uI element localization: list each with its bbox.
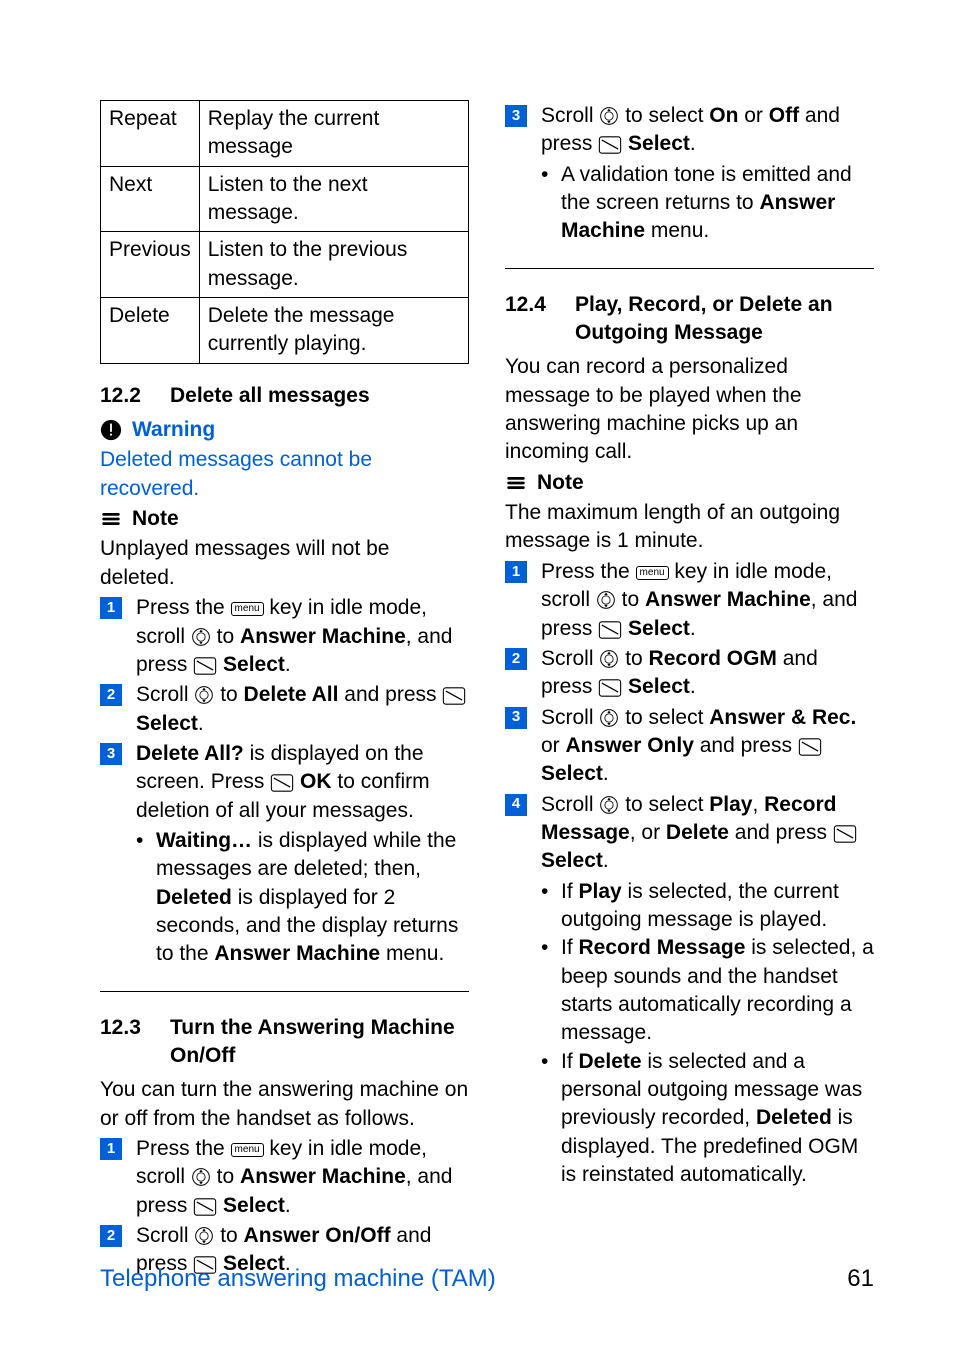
page-number: 61 bbox=[847, 1265, 874, 1293]
softkey-icon bbox=[598, 621, 622, 639]
step-number-icon: 4 bbox=[505, 794, 527, 816]
result-bullet: If Delete is selected and a personal out… bbox=[505, 1048, 874, 1190]
step-4: 4 Scroll to select Play, Record Message,… bbox=[505, 791, 874, 876]
step-number-icon: 3 bbox=[100, 743, 122, 765]
footer-section-title: Telephone answering machine (TAM) bbox=[100, 1265, 496, 1293]
scroll-icon bbox=[596, 590, 616, 610]
section-12-4-heading: 12.4 Play, Record, or Delete an Outgoing… bbox=[505, 291, 874, 348]
step-1: 1 Press the menu key in idle mode, scrol… bbox=[505, 558, 874, 643]
softkey-icon bbox=[193, 1198, 217, 1216]
softkey-icon bbox=[270, 774, 294, 792]
step-number-icon: 2 bbox=[100, 1225, 122, 1247]
step-number-icon: 1 bbox=[100, 597, 122, 619]
scroll-icon bbox=[599, 106, 619, 126]
softkey-icon bbox=[833, 825, 857, 843]
section-intro: You can record a personalized message to… bbox=[505, 353, 874, 466]
step-3: 3 Scroll to select Answer & Rec. or Answ… bbox=[505, 704, 874, 789]
scroll-icon bbox=[599, 708, 619, 728]
note-body: Unplayed messages will not be deleted. bbox=[100, 535, 469, 592]
cell-v: Listen to the next message. bbox=[199, 166, 468, 232]
result-bullet: If Play is selected, the current outgoin… bbox=[505, 878, 874, 935]
softkey-icon bbox=[442, 687, 466, 705]
softkey-icon bbox=[598, 136, 622, 154]
result-bullet: A validation tone is emitted and the scr… bbox=[505, 161, 874, 246]
cell-v: Delete the message currently playing. bbox=[199, 298, 468, 364]
warning-body: Deleted messages cannot be recovered. bbox=[100, 446, 469, 503]
cell-k: Repeat bbox=[101, 101, 200, 167]
divider bbox=[100, 991, 469, 992]
step-2: 2 Scroll to Delete All and press Select. bbox=[100, 681, 469, 738]
result-bullet: Waiting… is displayed while the messages… bbox=[100, 827, 469, 969]
note-icon bbox=[100, 508, 122, 530]
menu-key-icon: menu bbox=[231, 602, 264, 616]
note-body: The maximum length of an outgoing messag… bbox=[505, 499, 874, 556]
section-12-3-heading: 12.3 Turn the Answering Machine On/Off bbox=[100, 1014, 469, 1071]
result-bullet: If Record Message is selected, a beep so… bbox=[505, 934, 874, 1047]
cell-v: Replay the current message bbox=[199, 101, 468, 167]
page-footer: Telephone answering machine (TAM) 61 bbox=[100, 1265, 874, 1293]
softkey-icon bbox=[598, 679, 622, 697]
step-1: 1 Press the menu key in idle mode, scrol… bbox=[100, 594, 469, 679]
warning-label: Warning bbox=[100, 416, 469, 444]
divider bbox=[505, 268, 874, 269]
step-3: 3 Delete All? is displayed on the screen… bbox=[100, 740, 469, 825]
scroll-icon bbox=[599, 795, 619, 815]
softkey-icon bbox=[798, 738, 822, 756]
step-3: 3 Scroll to select On or Off and press S… bbox=[505, 102, 874, 159]
playback-controls-table: RepeatReplay the current message NextLis… bbox=[100, 100, 469, 364]
section-intro: You can turn the answering machine on or… bbox=[100, 1076, 469, 1133]
scroll-icon bbox=[194, 685, 214, 705]
menu-key-icon: menu bbox=[231, 1143, 264, 1157]
softkey-icon bbox=[193, 657, 217, 675]
section-12-2-heading: 12.2 Delete all messages bbox=[100, 382, 469, 410]
scroll-icon bbox=[191, 1167, 211, 1187]
note-icon bbox=[505, 472, 527, 494]
cell-k: Next bbox=[101, 166, 200, 232]
scroll-icon bbox=[599, 649, 619, 669]
step-number-icon: 2 bbox=[505, 648, 527, 670]
menu-key-icon: menu bbox=[636, 566, 669, 580]
scroll-icon bbox=[194, 1226, 214, 1246]
step-2: 2 Scroll to Record OGM and press Select. bbox=[505, 645, 874, 702]
cell-k: Previous bbox=[101, 232, 200, 298]
step-1: 1 Press the menu key in idle mode, scrol… bbox=[100, 1135, 469, 1220]
scroll-icon bbox=[191, 627, 211, 647]
step-number-icon: 3 bbox=[505, 707, 527, 729]
note-label: Note bbox=[100, 505, 469, 533]
note-label: Note bbox=[505, 469, 874, 497]
step-number-icon: 2 bbox=[100, 684, 122, 706]
step-number-icon: 1 bbox=[100, 1138, 122, 1160]
cell-k: Delete bbox=[101, 298, 200, 364]
step-number-icon: 1 bbox=[505, 561, 527, 583]
warning-icon bbox=[100, 419, 122, 441]
cell-v: Listen to the previous message. bbox=[199, 232, 468, 298]
step-number-icon: 3 bbox=[505, 105, 527, 127]
